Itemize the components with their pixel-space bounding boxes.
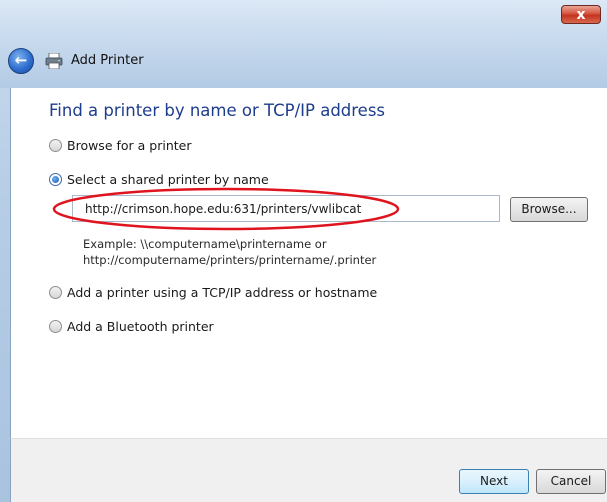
option-bluetooth[interactable]: Add a Bluetooth printer	[49, 317, 214, 335]
option-tcpip-label: Add a printer using a TCP/IP address or …	[67, 284, 378, 300]
back-button[interactable]: ←	[8, 48, 34, 74]
option-browse-label: Browse for a printer	[67, 137, 192, 153]
option-browse[interactable]: Browse for a printer	[49, 136, 191, 154]
next-button[interactable]: Next	[459, 469, 529, 494]
window-title: Add Printer	[71, 53, 144, 68]
option-tcpip[interactable]: Add a printer using a TCP/IP address or …	[49, 283, 377, 301]
example-text: Example: \\computername\printername or h…	[83, 236, 376, 268]
cancel-button[interactable]: Cancel	[536, 469, 606, 494]
close-icon: x	[576, 7, 586, 23]
window-frame: x ← Add Printer Find a printer by name o…	[0, 0, 607, 502]
browse-button[interactable]: Browse...	[510, 197, 588, 222]
title-bar: x ← Add Printer	[0, 0, 607, 88]
example-line-2: http://computername/printers/printername…	[83, 253, 377, 267]
highlight-ellipse	[52, 187, 400, 231]
option-bluetooth-label: Add a Bluetooth printer	[67, 318, 214, 334]
radio-shared-by-name[interactable]	[49, 172, 62, 186]
example-line-1: Example: \\computername\printername or	[83, 237, 327, 251]
close-button[interactable]: x	[561, 5, 601, 24]
back-arrow-icon: ←	[14, 51, 28, 69]
radio-tcpip[interactable]	[49, 285, 62, 299]
option-shared-by-name-label: Select a shared printer by name	[67, 171, 269, 187]
page-title: Find a printer by name or TCP/IP address	[49, 101, 386, 120]
radio-browse[interactable]	[49, 138, 62, 152]
radio-bluetooth[interactable]	[49, 319, 62, 333]
printer-icon	[45, 53, 63, 69]
wizard-footer: Next Cancel	[10, 438, 607, 502]
